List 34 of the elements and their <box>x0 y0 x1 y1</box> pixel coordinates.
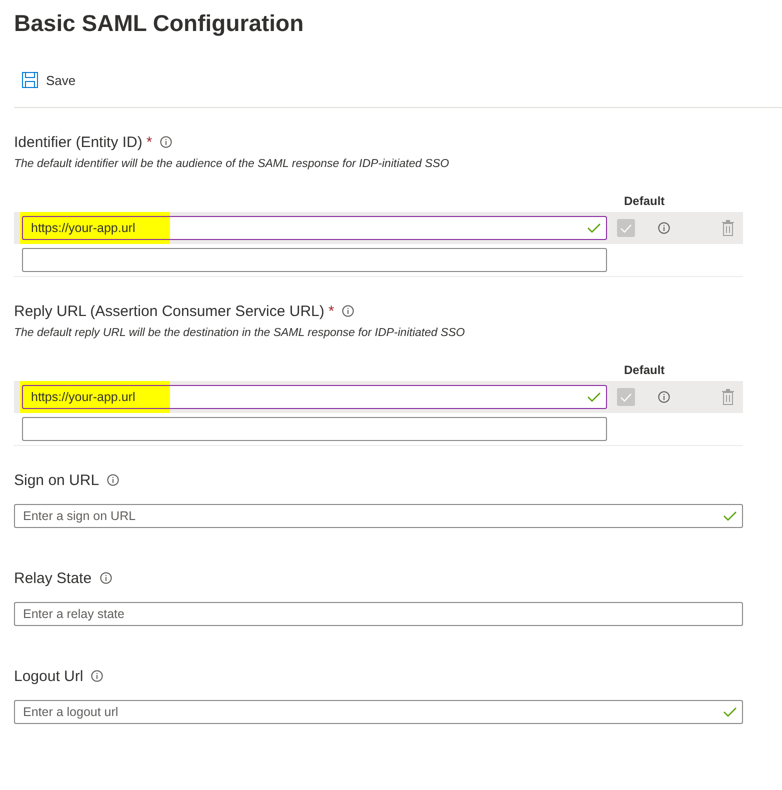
save-icon <box>22 72 38 88</box>
checkmark-icon <box>620 392 632 402</box>
checkmark-icon <box>723 707 737 717</box>
info-icon[interactable] <box>100 572 112 584</box>
text-input[interactable]: Enter a sign on URL <box>14 504 743 528</box>
default-checkbox[interactable] <box>617 388 635 406</box>
info-icon[interactable] <box>107 474 120 486</box>
field-description: The default reply URL will be the destination in the SAML response for IDP-initiated SSO <box>14 327 466 341</box>
url-input[interactable]: https://your-app.url <box>22 216 607 240</box>
save-button[interactable]: Save <box>14 70 76 90</box>
url-input[interactable] <box>22 248 607 272</box>
field-label: Sign on URL <box>14 472 100 488</box>
default-checkbox[interactable] <box>617 219 635 237</box>
field-label: Identifier (Entity ID) * <box>14 134 152 150</box>
text-input[interactable]: Enter a logout url <box>14 700 743 724</box>
column-header: Default <box>624 363 665 379</box>
info-icon[interactable] <box>342 305 354 317</box>
checkmark-icon <box>587 223 601 233</box>
url-input[interactable] <box>22 417 607 441</box>
text-input[interactable]: Enter a relay state <box>14 602 743 626</box>
field-label: Reply URL (Assertion Consumer Service URL) * <box>14 302 334 320</box>
field-label: Relay State <box>14 570 92 586</box>
info-icon[interactable] <box>658 391 670 403</box>
checkmark-icon <box>587 392 601 402</box>
field-label: Logout Url <box>14 668 84 684</box>
checkmark-icon <box>723 511 737 521</box>
info-icon[interactable] <box>91 670 104 682</box>
column-header: Default <box>624 194 665 210</box>
field-description: The default identifier will be the audience of the SAML response for IDP-initiated SSO <box>14 158 450 172</box>
info-icon[interactable] <box>658 222 670 234</box>
checkmark-icon <box>620 224 632 232</box>
page-title: Basic SAML Configuration <box>13 9 305 38</box>
url-input[interactable]: https://your-app.url <box>22 385 607 409</box>
info-icon[interactable] <box>160 136 172 148</box>
